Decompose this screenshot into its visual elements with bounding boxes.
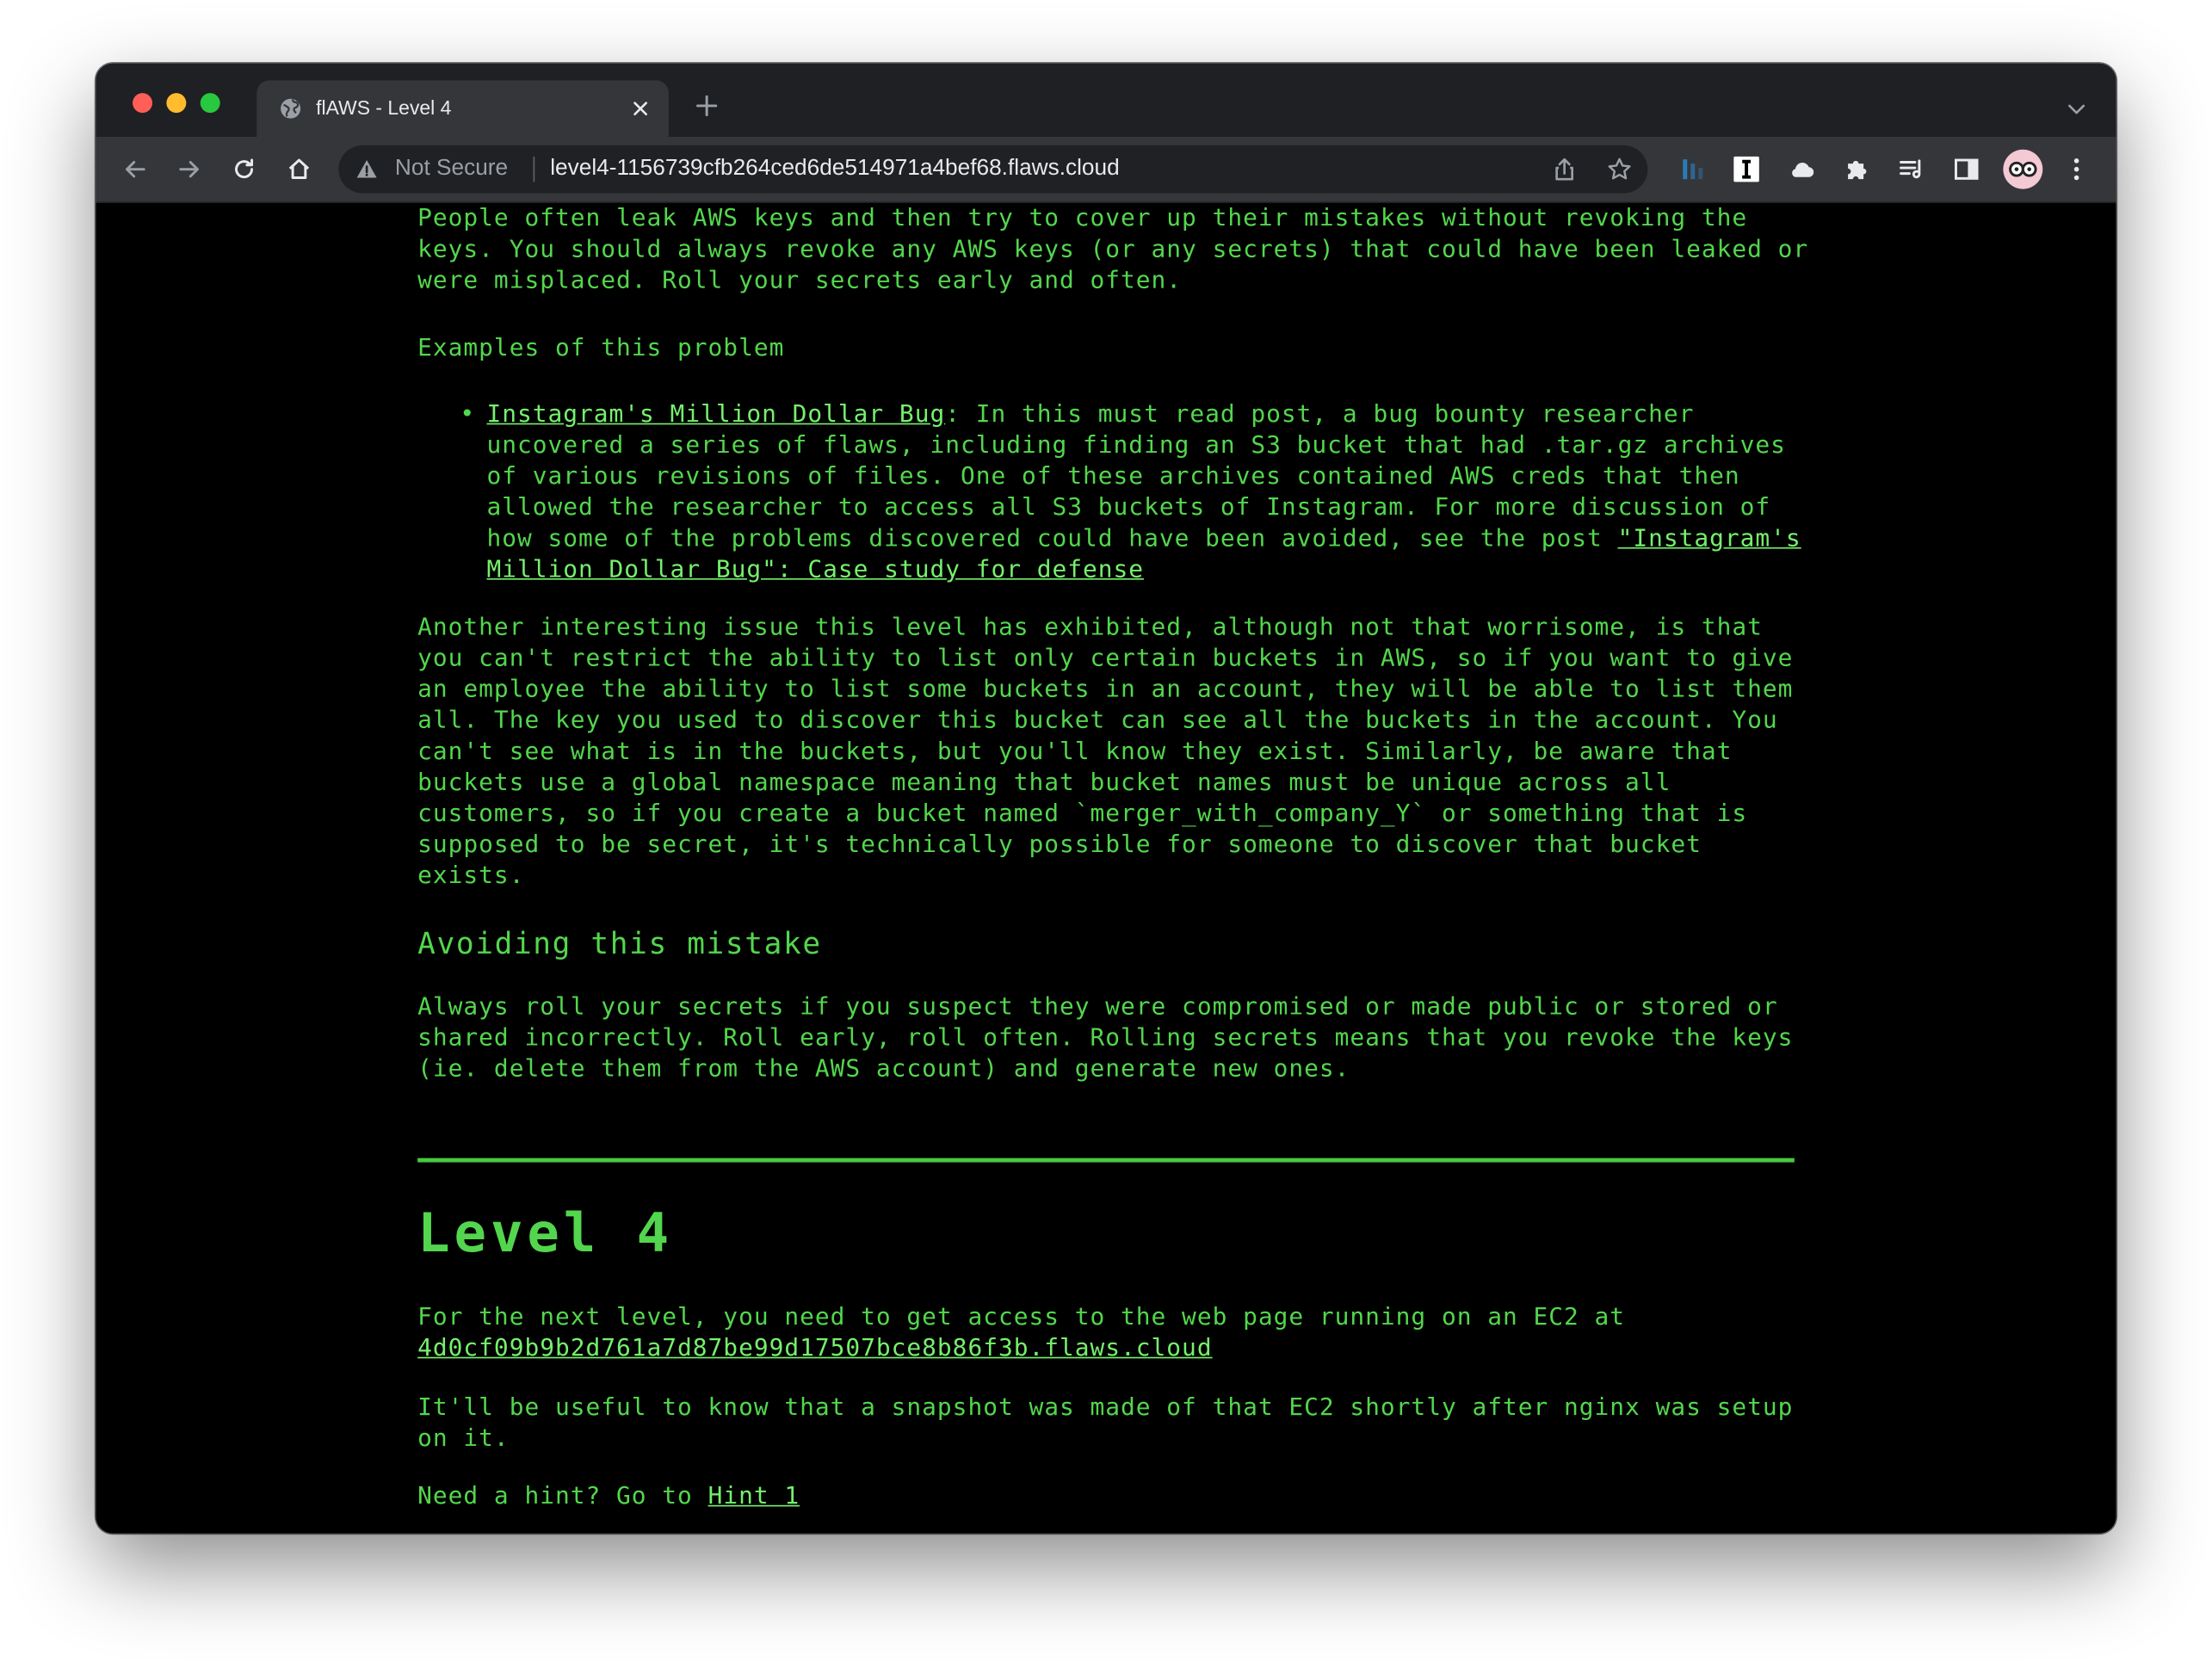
bookmark-star-icon[interactable] xyxy=(1607,157,1633,182)
side-panel-icon[interactable] xyxy=(1952,155,1980,183)
profile-avatar[interactable] xyxy=(2003,149,2043,189)
next-level-paragraph: For the next level, you need to get acce… xyxy=(417,1302,1814,1364)
url-text[interactable]: level4-1156739cfb264ced6de514971a4bef68.… xyxy=(550,157,1119,182)
snapshot-paragraph: It'll be useful to know that a snapshot … xyxy=(417,1393,1794,1454)
section-divider xyxy=(417,1158,1795,1163)
globe-icon xyxy=(281,98,301,119)
hint-paragraph: Need a hint? Go to Hint 1 xyxy=(417,1481,1814,1512)
examples-heading: Examples of this problem xyxy=(417,334,785,363)
tab-strip: flAWS - Level 4 xyxy=(96,63,2116,137)
address-bar[interactable]: Not Secure level4-1156739cfb264ced6de514… xyxy=(338,145,1648,194)
close-tab-icon[interactable] xyxy=(629,97,652,120)
avoiding-paragraph: Always roll your secrets if you suspect … xyxy=(417,992,1794,1084)
new-tab-icon[interactable] xyxy=(695,95,718,117)
examples-list: • Instagram's Million Dollar Bug: In thi… xyxy=(417,399,1814,585)
hint-1-link[interactable]: Hint 1 xyxy=(708,1483,800,1511)
forward-arrow-icon[interactable] xyxy=(175,155,203,183)
more-menu-icon[interactable] xyxy=(2062,155,2091,183)
tab-title: flAWS - Level 4 xyxy=(316,96,452,119)
avoiding-mistake-heading: Avoiding this mistake xyxy=(417,926,822,961)
zoom-window-button[interactable] xyxy=(200,93,220,114)
browser-window: flAWS - Level 4 Not Secure level4-115673… xyxy=(96,63,2116,1534)
issue-paragraph: Another interesting issue this level has… xyxy=(417,613,1794,891)
puzzle-extensions-icon[interactable] xyxy=(1843,155,1871,183)
tab-flaws-level-4[interactable]: flAWS - Level 4 xyxy=(256,80,669,137)
home-icon[interactable] xyxy=(285,155,313,183)
list-item: • Instagram's Million Dollar Bug: In thi… xyxy=(417,399,1814,585)
reading-list-icon[interactable] xyxy=(1897,155,1925,183)
next-level-link[interactable]: 4d0cf09b9b2d761a7d87be99d17507bce8b86f3b… xyxy=(417,1334,1212,1362)
warning-icon xyxy=(356,160,377,178)
level-heading: Level 4 xyxy=(417,1201,674,1264)
next-level-text: For the next level, you need to get acce… xyxy=(417,1303,1626,1332)
extension-bars-icon[interactable] xyxy=(1678,155,1707,183)
reload-icon[interactable] xyxy=(230,155,258,183)
page-viewport[interactable]: People often leak AWS keys and then try … xyxy=(96,203,2116,1534)
cloud-icon[interactable] xyxy=(1788,155,1816,183)
omnibox-divider xyxy=(533,156,535,182)
back-arrow-icon[interactable] xyxy=(121,155,150,183)
hint-text: Need a hint? Go to xyxy=(417,1482,693,1511)
share-icon[interactable] xyxy=(1552,157,1578,182)
browser-toolbar: Not Secure level4-1156739cfb264ced6de514… xyxy=(96,136,2116,204)
minimize-window-button[interactable] xyxy=(166,93,187,114)
security-status[interactable]: Not Secure xyxy=(395,157,508,182)
instapaper-icon[interactable] xyxy=(1733,155,1761,183)
instagram-bug-link[interactable]: Instagram's Million Dollar Bug xyxy=(486,400,945,429)
bullet-icon: • xyxy=(460,400,476,429)
close-window-button[interactable] xyxy=(133,93,153,114)
intro-paragraph: People often leak AWS keys and then try … xyxy=(417,204,1809,295)
glasses-avatar-icon xyxy=(2009,161,2037,177)
chevron-down-icon[interactable] xyxy=(2065,97,2087,120)
